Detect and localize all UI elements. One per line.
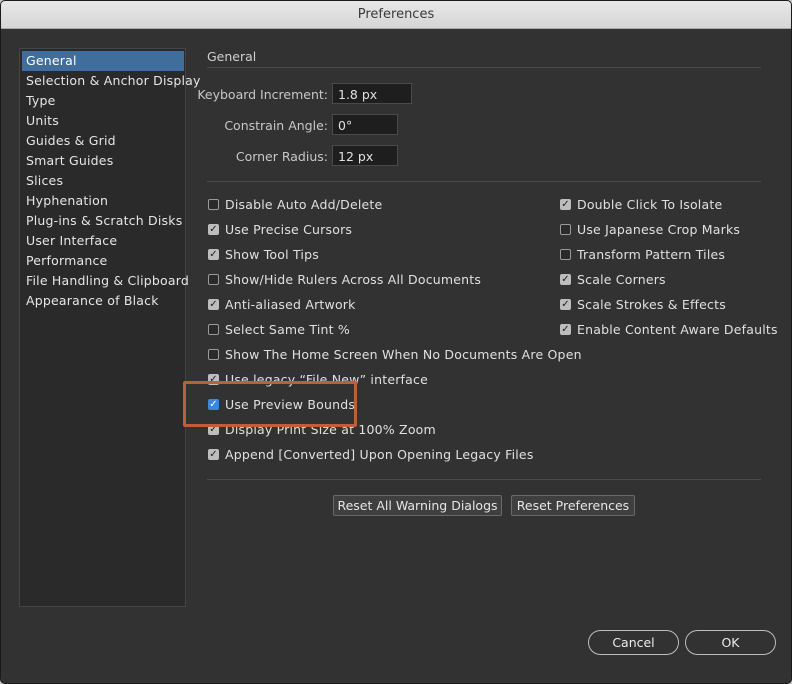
checkbox-box[interactable]	[560, 224, 571, 235]
checkmark-icon[interactable]: ✓	[208, 249, 219, 260]
section-divider	[207, 67, 761, 68]
checkbox-box[interactable]	[208, 324, 219, 335]
sidebar-item-units[interactable]: Units	[22, 111, 184, 131]
sidebar-item-slices[interactable]: Slices	[22, 171, 184, 191]
checkmark-icon[interactable]: ✓	[560, 324, 571, 335]
window-title: Preferences	[1, 1, 791, 29]
checkmark-icon[interactable]: ✓	[208, 449, 219, 460]
sidebar-item-user-interface[interactable]: User Interface	[22, 231, 184, 251]
checkbox-box[interactable]	[560, 249, 571, 260]
constrain-angle-input[interactable]: 0°	[332, 114, 398, 135]
corner-radius-label: Corner Radius:	[235, 149, 328, 164]
annotation-highlight-box	[183, 381, 357, 427]
corner-radius-input[interactable]: 12 px	[332, 145, 398, 166]
checkbox-box[interactable]	[208, 199, 219, 210]
checkbox-box[interactable]	[208, 349, 219, 360]
ok-button[interactable]: OK	[685, 630, 776, 655]
section-title: General	[207, 49, 257, 64]
options-divider	[207, 479, 761, 480]
sidebar-item-plugins-scratch-disks[interactable]: Plug-ins & Scratch Disks	[22, 211, 184, 231]
constrain-angle-label: Constrain Angle:	[224, 118, 328, 133]
sidebar-item-appearance-of-black[interactable]: Appearance of Black	[22, 291, 184, 311]
checkmark-icon[interactable]: ✓	[208, 299, 219, 310]
sidebar-item-performance[interactable]: Performance	[22, 251, 184, 271]
preferences-dialog: Preferences General Selection & Anchor D…	[0, 0, 792, 684]
sidebar-item-general[interactable]: General	[22, 51, 184, 71]
sidebar-item-type[interactable]: Type	[22, 91, 184, 111]
sidebar-item-hyphenation[interactable]: Hyphenation	[22, 191, 184, 211]
fields-divider	[207, 181, 761, 182]
sidebar-item-file-handling-clipboard[interactable]: File Handling & Clipboard	[22, 271, 189, 291]
sidebar-item-selection-anchor-display[interactable]: Selection & Anchor Display	[22, 71, 200, 91]
sidebar-item-guides-grid[interactable]: Guides & Grid	[22, 131, 184, 151]
keyboard-increment-input[interactable]: 1.8 px	[332, 83, 412, 104]
sidebar-item-smart-guides[interactable]: Smart Guides	[22, 151, 184, 171]
checkmark-icon[interactable]: ✓	[208, 224, 219, 235]
checkmark-icon[interactable]: ✓	[560, 274, 571, 285]
cancel-button[interactable]: Cancel	[588, 630, 679, 655]
checkmark-icon[interactable]: ✓	[560, 299, 571, 310]
category-sidebar: General Selection & Anchor Display Type …	[19, 48, 200, 607]
checkmark-icon[interactable]: ✓	[560, 199, 571, 210]
reset-preferences-button[interactable]: Reset Preferences	[511, 495, 635, 516]
reset-all-warning-dialogs-button[interactable]: Reset All Warning Dialogs	[333, 495, 502, 516]
keyboard-increment-label: Keyboard Increment:	[197, 87, 328, 102]
checkbox-box[interactable]	[208, 274, 219, 285]
